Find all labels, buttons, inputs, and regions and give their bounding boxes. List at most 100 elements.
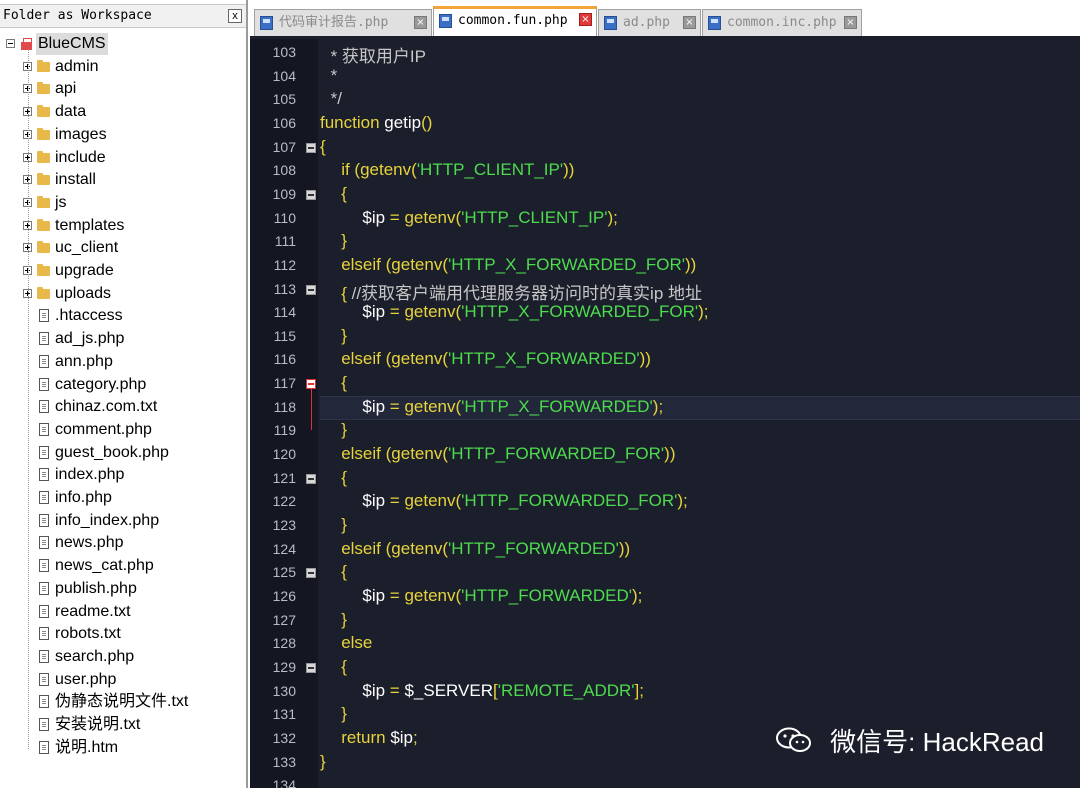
file-icon [39, 377, 49, 391]
tree-connector-line [28, 49, 29, 749]
file-icon [39, 536, 49, 550]
tree-file-label: category.php [55, 375, 147, 393]
code-token: 'HTTP_FORWARDED' [461, 585, 633, 605]
code-token: } [341, 515, 347, 534]
tab-0[interactable]: 代码审计报告.php × [254, 9, 432, 36]
line-number: 123 [272, 517, 296, 533]
file-icon [39, 740, 49, 754]
tree-folder-label: api [55, 80, 77, 98]
tab-close-icon[interactable]: × [683, 16, 696, 29]
line-number: 121 [272, 469, 296, 486]
fold-toggle-icon[interactable] [306, 142, 316, 153]
code-line: * [331, 66, 338, 86]
line-number: 124 [272, 540, 296, 557]
fold-toggle-icon[interactable] [306, 189, 316, 200]
code-editor[interactable]: 103 104 105 106 107 108 109 110 111 112 113 114 115 1… [250, 39, 1080, 788]
line-number: 120 [272, 446, 296, 463]
tab-close-icon[interactable]: × [414, 16, 427, 29]
code-token: } [341, 704, 347, 724]
tree-folder-label: images [55, 125, 107, 143]
code-token: else [341, 633, 373, 653]
folder-icon [37, 150, 50, 163]
file-icon [39, 604, 49, 618]
code-line: } [341, 704, 347, 724]
tree-folder-label: uc_client [55, 239, 119, 257]
code-token: getenv [391, 349, 443, 369]
line-number: 127 [272, 611, 296, 628]
line-number: 115 [273, 327, 296, 344]
folder-icon [37, 127, 50, 140]
tab-label: common.inc.php [727, 15, 837, 30]
tree-file-label: robots.txt [55, 625, 121, 643]
tab-2[interactable]: ad.php × [598, 9, 701, 36]
project-icon [20, 37, 33, 50]
code-line: */ [331, 89, 342, 109]
code-token: 'HTTP_CLIENT_IP' [461, 207, 608, 227]
line-number: 116 [273, 351, 296, 368]
tab-close-icon[interactable]: × [579, 13, 592, 26]
code-token: 'HTTP_FORWARDED' [448, 538, 619, 558]
code-line: $ip = getenv('HTTP_CLIENT_IP'); [362, 208, 617, 228]
code-token: } [341, 231, 347, 251]
code-token: = [385, 680, 405, 700]
line-number: 111 [274, 233, 296, 250]
code-line: } [341, 231, 347, 251]
code-line: if (getenv('HTTP_CLIENT_IP')) [341, 160, 574, 180]
line-number: 128 [272, 635, 296, 652]
code-token: { [341, 283, 352, 303]
file-icon [39, 491, 49, 504]
code-token: 'HTTP_CLIENT_IP' [416, 160, 564, 180]
code-token: ; [413, 727, 418, 747]
fold-toggle-icon[interactable] [306, 662, 316, 673]
line-number: 112 [273, 256, 296, 273]
file-icon [39, 309, 49, 323]
folder-workspace-panel: Folder as Workspace x BlueCMS admin api dat… [0, 0, 248, 788]
fold-toggle-icon[interactable] [306, 473, 316, 484]
code-token: = [385, 585, 405, 605]
php-file-icon [708, 16, 721, 30]
tree-file-label: search.php [55, 647, 135, 665]
code-line: * 获取用户IP [331, 42, 426, 67]
code-line: { //获取客户端用代理服务器访问时的真实ip 地址 [341, 279, 702, 304]
line-number: 103 [272, 44, 296, 60]
tree-file-label: comment.php [55, 420, 152, 438]
file-icon [39, 332, 49, 346]
fold-range-line [311, 389, 312, 431]
code-token: 'HTTP_X_FORWARDED_FOR' [461, 302, 699, 322]
fold-toggle-icon[interactable] [306, 284, 316, 295]
tab-1[interactable]: common.fun.php × [433, 6, 597, 37]
fold-toggle-icon[interactable] [306, 379, 316, 390]
code-token: } [341, 609, 347, 629]
code-token: 'HTTP_X_FORWARDED_FOR' [448, 254, 685, 274]
folder-icon [37, 218, 50, 231]
file-icon [39, 513, 49, 527]
code-token: = [385, 396, 405, 416]
tree-folder-label: admin [55, 57, 99, 75]
code-line: { [341, 184, 347, 204]
line-number: 125 [272, 564, 296, 581]
tree-folder-label: js [55, 193, 67, 211]
code-line: elseif (getenv('HTTP_FORWARDED_FOR')) [341, 444, 675, 464]
line-number: 132 [272, 729, 296, 746]
tree-file-label: .htaccess [55, 307, 123, 325]
code-token: getenv [404, 585, 456, 605]
code-token: if [341, 160, 355, 180]
tab-close-icon[interactable]: × [844, 16, 857, 29]
tab-3[interactable]: common.inc.php × [702, 9, 862, 36]
code-line: } [341, 420, 347, 440]
tree-file-label: guest_book.php [55, 443, 169, 461]
folder-panel-close-button[interactable]: x [228, 9, 242, 23]
code-token: ); [677, 491, 688, 511]
code-token: getenv [404, 207, 456, 227]
tree-folder-label: include [55, 148, 106, 166]
code-token: { [320, 136, 326, 156]
collapse-icon[interactable] [6, 39, 15, 48]
code-token: )) [664, 444, 676, 464]
line-number: 129 [272, 658, 296, 675]
code-line: elseif (getenv('HTTP_FORWARDED')) [341, 539, 630, 559]
tree-folder-label: data [55, 103, 87, 121]
code-token: $ip [362, 396, 386, 416]
code-token: () [421, 112, 433, 132]
fold-toggle-icon[interactable] [306, 568, 316, 579]
tab-bar: 代码审计报告.php × common.fun.php × ad.php × common.… [250, 0, 1080, 39]
